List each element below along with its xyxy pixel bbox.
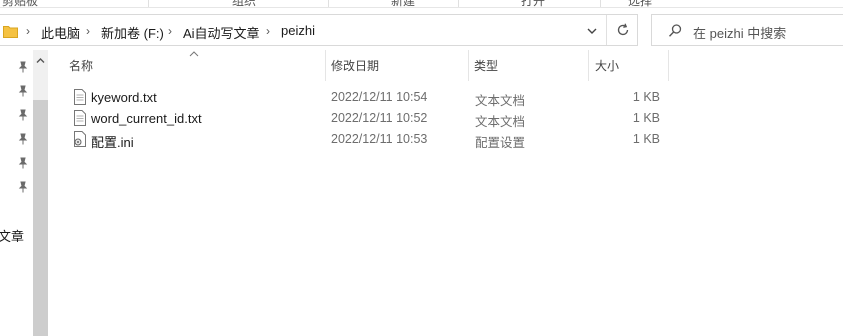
folder-icon [3,26,18,38]
file-row[interactable]: kyeword.txt 2022/12/11 10:54 文本文档 1 KB [66,87,666,108]
file-date: 2022/12/11 10:52 [331,111,428,125]
file-name[interactable]: kyeword.txt [91,90,157,105]
nav-scrollbar[interactable] [33,50,48,336]
chevron-right-icon[interactable]: › [86,24,90,38]
pin-icon[interactable] [17,85,29,97]
text-file-icon [74,110,86,126]
ribbon-group-organize[interactable]: 组织 [232,0,256,7]
search-box[interactable]: 在 peizhi 中搜索 [651,14,843,46]
breadcrumb-drive[interactable]: 新加卷 (F:) [101,23,164,42]
column-divider[interactable] [468,50,469,81]
file-date: 2022/12/11 10:53 [331,132,428,146]
chevron-right-icon[interactable]: › [26,24,30,38]
ribbon-group-clipboard[interactable]: 剪贴板 [2,0,38,7]
breadcrumb-folder[interactable]: Ai自动写文章 [183,23,260,42]
column-header-type[interactable]: 类型 [474,57,498,79]
file-date: 2022/12/11 10:54 [331,90,428,104]
address-bar[interactable]: › 此电脑 › 新加卷 (F:) › Ai自动写文章 › peizhi [0,14,638,46]
file-name[interactable]: 配置.ini [91,132,134,151]
file-type: 配置设置 [475,136,526,150]
text-file-icon [74,89,86,105]
ribbon-group-new[interactable]: 新建 [391,0,415,7]
refresh-button[interactable] [606,15,639,45]
scroll-up-icon[interactable] [36,56,45,65]
column-header-size[interactable]: 大小 [595,57,619,79]
file-row[interactable]: word_current_id.txt 2022/12/11 10:52 文本文… [66,108,666,129]
column-header-date[interactable]: 修改日期 [331,57,379,79]
ribbon-separator [600,0,601,7]
ribbon-group-open[interactable]: 打开 [521,0,545,7]
sort-ascending-icon [189,51,199,57]
file-row[interactable]: 配置.ini 2022/12/11 10:53 配置设置 1 KB [66,129,666,150]
ribbon-strip: 剪贴板 组织 新建 打开 选择 [0,0,843,8]
refresh-icon [617,23,629,36]
chevron-down-icon[interactable] [584,23,600,39]
column-divider[interactable] [668,50,669,81]
pin-icon[interactable] [17,61,29,73]
search-input[interactable]: 在 peizhi 中搜索 [693,23,786,42]
pin-icon[interactable] [17,181,29,193]
pin-icon[interactable] [17,157,29,169]
file-size: 1 KB [632,132,660,146]
file-type: 文本文档 [475,94,526,108]
file-name[interactable]: word_current_id.txt [91,111,202,126]
ribbon-separator [328,0,329,7]
breadcrumb-this-pc[interactable]: 此电脑 [41,23,80,42]
ribbon-separator [148,0,149,7]
nav-item-label[interactable]: 文章 [0,226,24,245]
ribbon-group-select[interactable]: 选择 [628,0,652,7]
file-size: 1 KB [632,90,660,104]
chevron-right-icon[interactable]: › [168,24,172,38]
chevron-right-icon[interactable]: › [266,24,270,38]
ribbon-separator [458,0,459,7]
pin-icon[interactable] [17,109,29,121]
column-divider[interactable] [325,50,326,81]
column-divider[interactable] [588,50,589,81]
column-header-name[interactable]: 名称 [69,57,93,79]
breadcrumb-current[interactable]: peizhi [281,23,315,38]
pin-icon[interactable] [17,133,29,145]
file-type: 文本文档 [475,115,526,129]
config-file-icon [74,131,86,147]
scrollbar-thumb[interactable] [33,100,48,336]
file-size: 1 KB [632,111,660,125]
search-icon [668,24,682,37]
